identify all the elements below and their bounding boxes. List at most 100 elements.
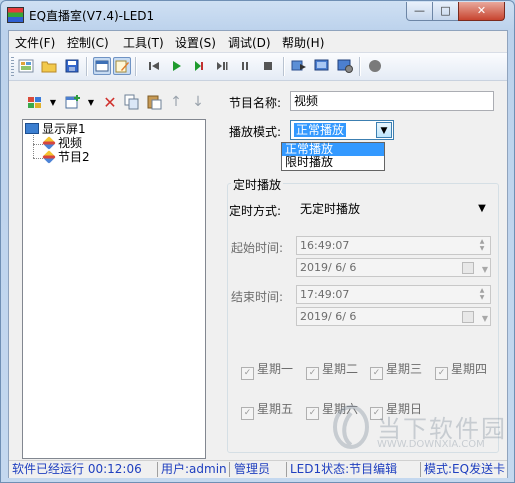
- weekday-checkbox-mon[interactable]: ✓ 星期一: [241, 360, 293, 380]
- status-separator: [157, 462, 158, 477]
- program-icon: [42, 136, 56, 150]
- menu-help[interactable]: 帮助(H): [282, 34, 324, 51]
- weekday-checkbox-thu[interactable]: ✓ 星期四: [435, 360, 487, 380]
- play-pause-icon[interactable]: [213, 57, 231, 75]
- tree-node-program[interactable]: 节目2: [42, 150, 90, 165]
- status-separator: [420, 462, 421, 477]
- program-name-label: 节目名称:: [229, 96, 282, 110]
- play-mode-option[interactable]: 限时播放: [282, 156, 384, 169]
- play-mode-dropdown-list: 正常播放 限时播放: [281, 142, 385, 171]
- tree-node-screen[interactable]: 显示屏1: [25, 122, 86, 137]
- tree-node-label: 显示屏1: [42, 122, 86, 136]
- play-icon[interactable]: [167, 57, 185, 75]
- close-button[interactable]: ✕: [458, 2, 505, 21]
- timing-mode-value: 无定时播放: [300, 202, 361, 216]
- screen-settings-icon[interactable]: [336, 57, 354, 75]
- end-date-value: 2019/ 6/ 6: [300, 310, 357, 323]
- delete-icon[interactable]: ✕: [101, 93, 119, 112]
- weekday-label: 星期日: [386, 402, 423, 416]
- title-bar[interactable]: EQ直播室(V7.4)-LED1 — □ ✕: [1, 1, 514, 29]
- chevron-down-icon[interactable]: ▼: [482, 261, 488, 278]
- toolbar-grip[interactable]: [11, 57, 14, 76]
- chevron-down-icon[interactable]: ▼: [376, 122, 392, 138]
- status-separator: [286, 462, 287, 477]
- new-icon[interactable]: [17, 57, 35, 75]
- copy-icon[interactable]: [123, 93, 141, 111]
- chevron-down-icon[interactable]: ▼: [474, 201, 490, 217]
- chevron-down-icon[interactable]: ▼: [482, 310, 488, 327]
- end-time-input[interactable]: 17:49:07 ▲ ▼: [296, 285, 491, 304]
- add-icon[interactable]: [64, 93, 82, 111]
- grid-icon[interactable]: [26, 93, 44, 111]
- move-up-icon[interactable]: ↑: [167, 93, 185, 111]
- calendar-icon[interactable]: [462, 311, 474, 323]
- status-separator: [229, 462, 230, 477]
- start-date-value: 2019/ 6/ 6: [300, 261, 357, 274]
- send-icon[interactable]: [290, 57, 308, 75]
- check-icon: ✓: [241, 367, 254, 380]
- main-toolbar: [9, 52, 507, 81]
- spinner-icon[interactable]: ▲ ▼: [475, 238, 489, 253]
- end-date-input[interactable]: 2019/ 6/ 6 ▼: [296, 307, 491, 326]
- screen-icon[interactable]: [313, 57, 331, 75]
- program-tree[interactable]: 显示屏1 视频 节目2: [22, 119, 206, 459]
- program-name-input[interactable]: 视频: [290, 91, 494, 111]
- timed-play-caption: 定时播放: [231, 176, 284, 193]
- step-icon[interactable]: [190, 57, 208, 75]
- add-dropdown-icon[interactable]: ▼: [82, 93, 100, 111]
- weekday-label: 星期二: [322, 362, 359, 376]
- grid-dropdown-icon[interactable]: ▼: [44, 93, 62, 111]
- weekday-checkbox-fri[interactable]: ✓ 星期五: [241, 400, 293, 420]
- menu-control[interactable]: 控制(C): [67, 34, 109, 51]
- weekday-checkbox-wed[interactable]: ✓ 星期三: [370, 360, 422, 380]
- status-role: 管理员: [234, 462, 271, 476]
- move-down-icon[interactable]: ↓: [189, 93, 207, 111]
- edit-mode-icon[interactable]: [113, 57, 131, 75]
- open-icon[interactable]: [40, 57, 58, 75]
- tree-connector: [33, 135, 34, 158]
- record-icon[interactable]: [366, 57, 384, 75]
- stop-icon[interactable]: [259, 57, 277, 75]
- play-mode-label: 播放模式:: [229, 125, 282, 139]
- status-runtime: 软件已经运行 00:12:06: [12, 462, 142, 476]
- check-icon: ✓: [370, 407, 383, 420]
- end-time-value: 17:49:07: [300, 288, 350, 301]
- weekday-checkbox-tue[interactable]: ✓ 星期二: [306, 360, 358, 380]
- start-time-input[interactable]: 16:49:07 ▲ ▼: [296, 236, 491, 255]
- weekday-checkbox-sat[interactable]: ✓ 星期六: [306, 400, 358, 420]
- window-mode-icon[interactable]: [93, 57, 111, 75]
- play-mode-select[interactable]: 正常播放 ▼: [290, 120, 394, 140]
- calendar-icon[interactable]: [462, 262, 474, 274]
- tree-connector: [33, 158, 43, 159]
- toolbar-separator: [283, 57, 285, 76]
- save-icon[interactable]: [63, 57, 81, 75]
- app-window: EQ直播室(V7.4)-LED1 — □ ✕ 文件(F) 控制(C) 工具(T)…: [0, 0, 515, 483]
- check-icon: ✓: [435, 367, 448, 380]
- minimize-button[interactable]: —: [406, 2, 433, 21]
- end-time-label: 结束时间:: [231, 290, 284, 304]
- menu-bar: 文件(F) 控制(C) 工具(T) 设置(S) 调试(D) 帮助(H): [9, 31, 507, 51]
- paste-icon[interactable]: [145, 93, 163, 111]
- program-properties-panel: 节目名称: 视频 播放模式: 正常播放 ▼ 定时播放 定时方式: 无定时播放 ▼…: [217, 81, 507, 459]
- check-icon: ✓: [306, 367, 319, 380]
- menu-file[interactable]: 文件(F): [15, 34, 55, 51]
- menu-settings[interactable]: 设置(S): [175, 34, 216, 51]
- check-icon: ✓: [241, 407, 254, 420]
- display-icon: [25, 123, 39, 134]
- tree-node-program[interactable]: 视频: [42, 136, 82, 151]
- toolbar-separator: [86, 57, 88, 76]
- program-icon: [42, 150, 56, 164]
- start-date-input[interactable]: 2019/ 6/ 6 ▼: [296, 258, 491, 277]
- weekday-checkbox-sun[interactable]: ✓ 星期日: [370, 400, 422, 420]
- maximize-button[interactable]: □: [432, 2, 459, 21]
- spinner-icon[interactable]: ▲ ▼: [475, 287, 489, 302]
- toolbar-separator: [135, 57, 137, 76]
- menu-tools[interactable]: 工具(T): [123, 34, 164, 51]
- weekday-label: 星期三: [386, 362, 423, 376]
- pause-icon[interactable]: [236, 57, 254, 75]
- weekday-label: 星期五: [257, 402, 294, 416]
- status-user: 用户:admin: [161, 462, 227, 476]
- timing-mode-select[interactable]: 无定时播放 ▼: [296, 199, 492, 219]
- first-icon[interactable]: [145, 57, 163, 75]
- menu-debug[interactable]: 调试(D): [228, 34, 271, 51]
